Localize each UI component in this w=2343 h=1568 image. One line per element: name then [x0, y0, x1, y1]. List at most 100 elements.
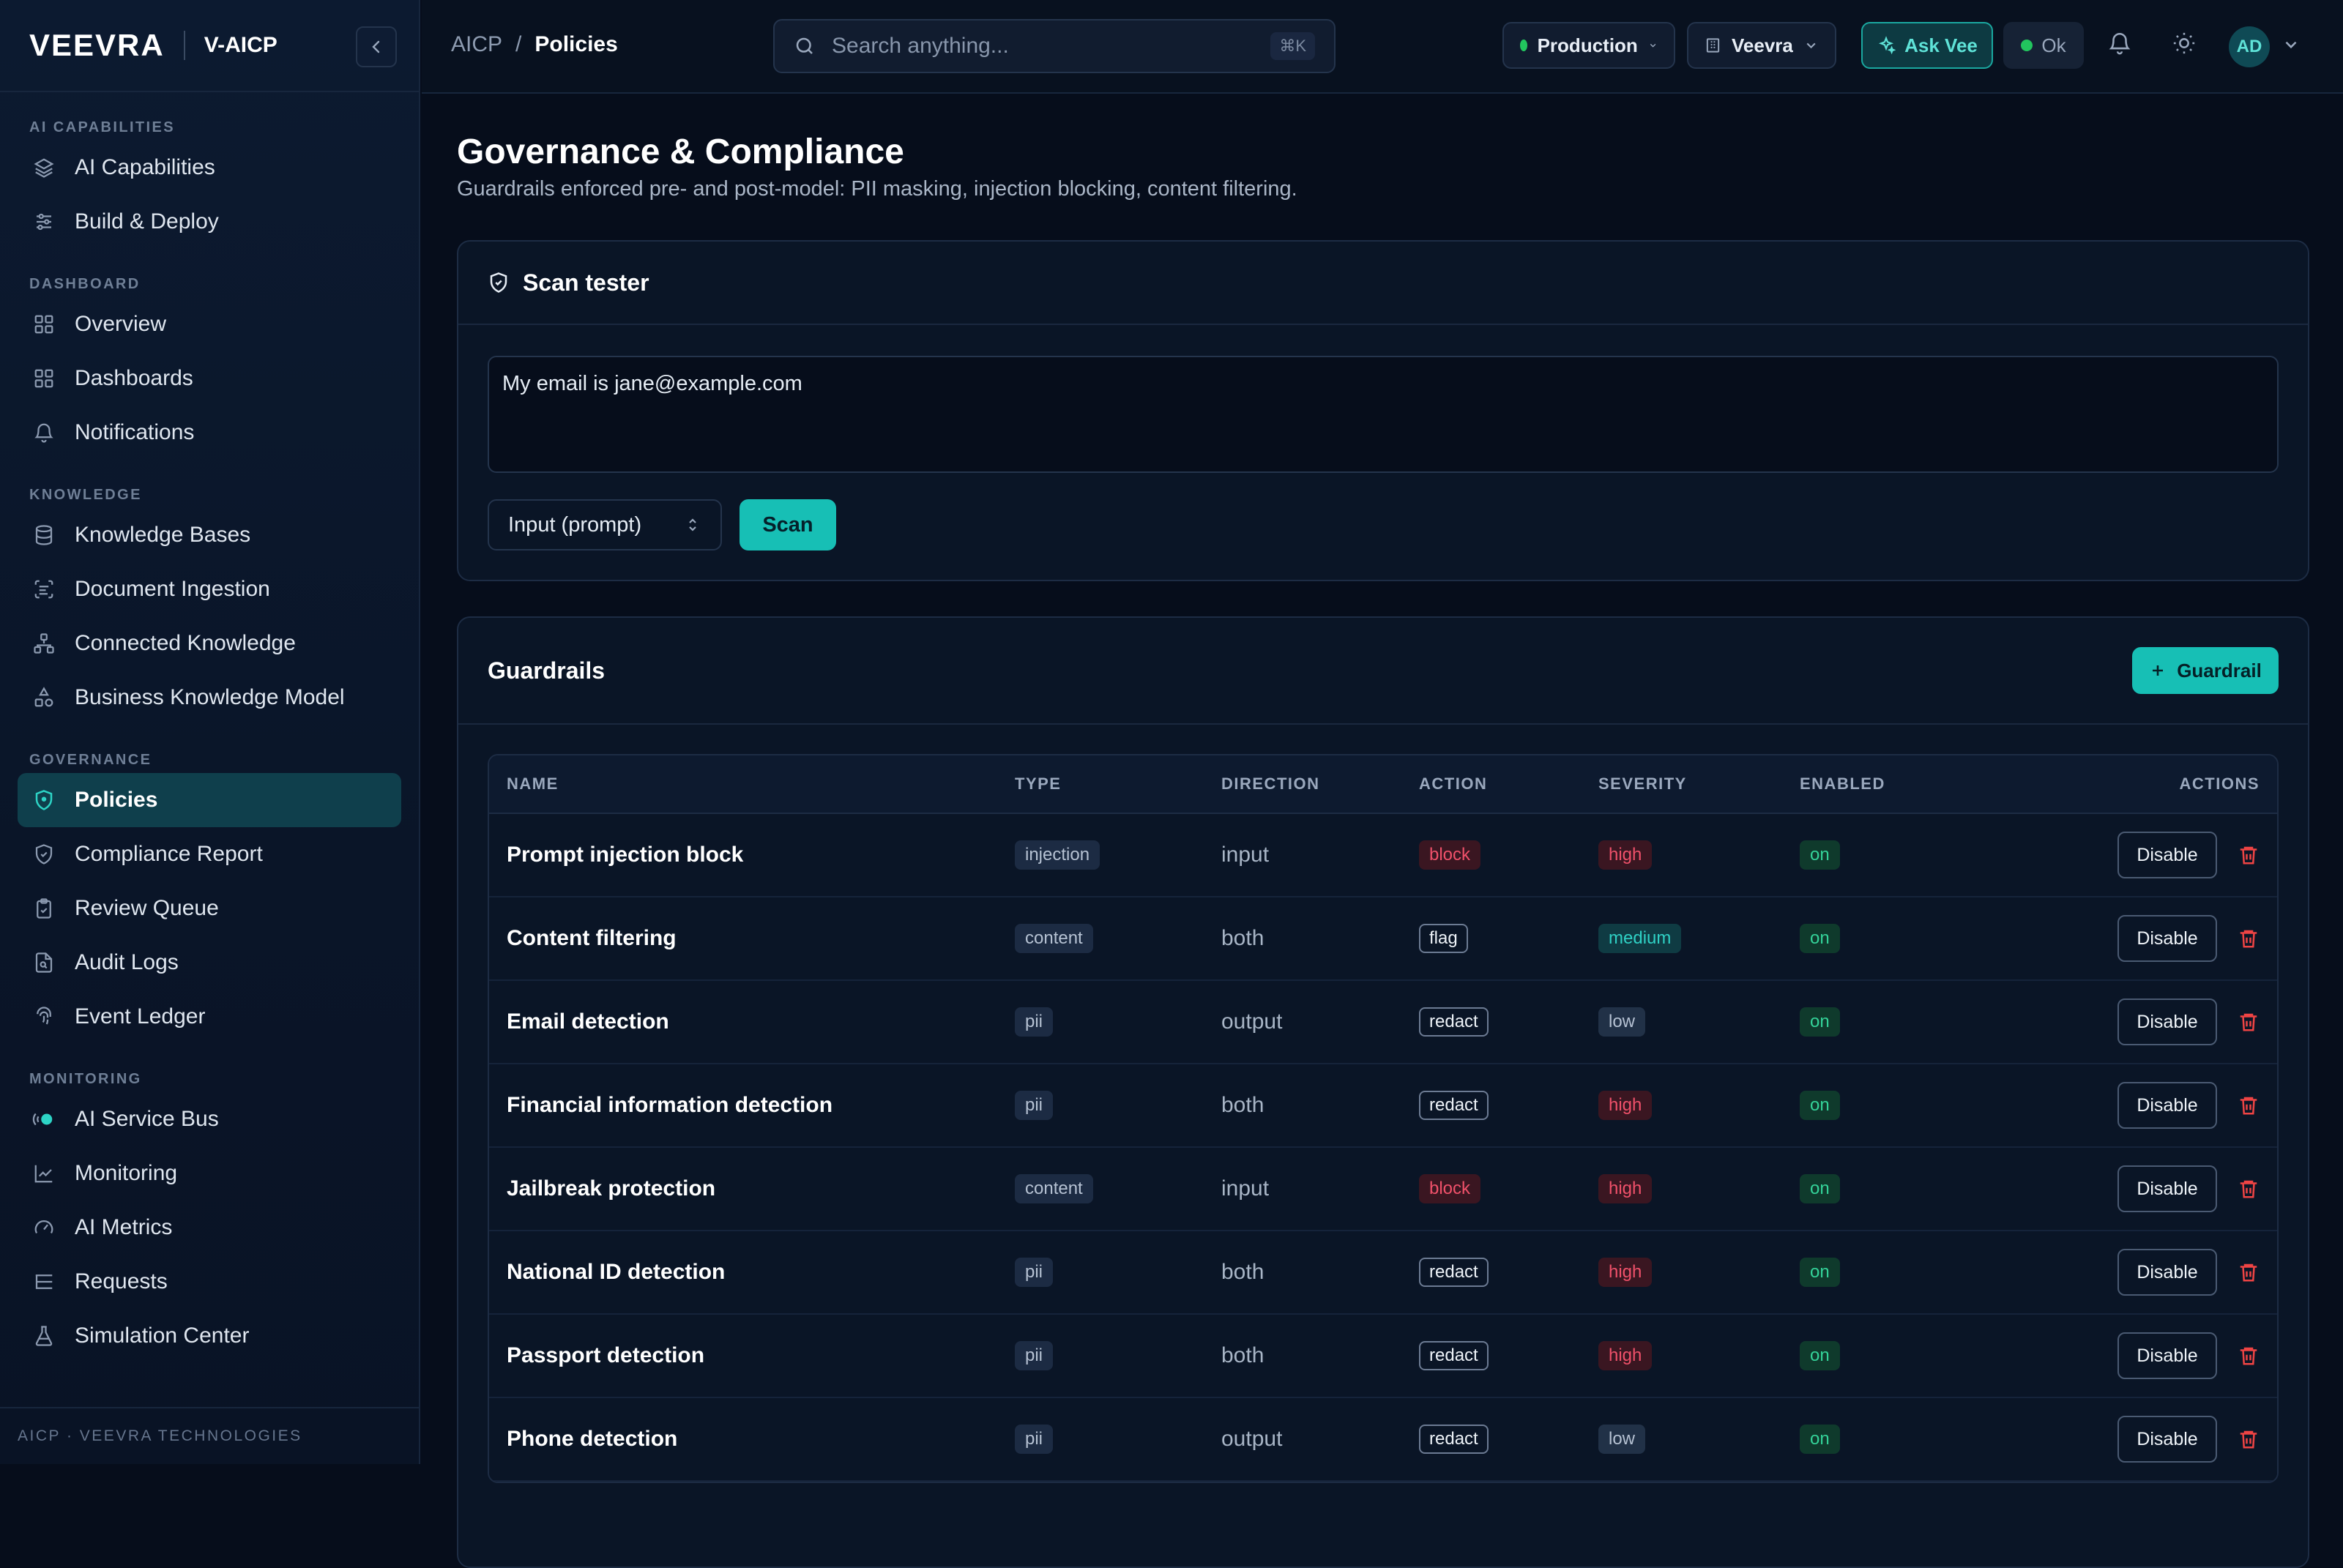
disable-button[interactable]: Disable [2117, 832, 2217, 878]
direction-cell: both [1221, 1260, 1264, 1284]
section-dashboard: DASHBOARD [29, 276, 141, 292]
bell-icon [31, 419, 57, 446]
scan-text-input[interactable]: My email is jane@example.com [488, 356, 2279, 473]
scan-direction-select[interactable]: Input (prompt) [488, 499, 722, 550]
sidebar-item-ai-service-bus[interactable]: AI Service Bus [18, 1092, 401, 1146]
avatar[interactable]: AD [2229, 26, 2270, 67]
sidebar-item-knowledge-bases[interactable]: Knowledge Bases [18, 508, 401, 562]
trash-icon[interactable] [2238, 1261, 2260, 1283]
type-badge: pii [1015, 1341, 1054, 1370]
clipboard-check-icon [31, 895, 57, 922]
sidebar-item-requests[interactable]: Requests [18, 1255, 401, 1309]
breadcrumb-root[interactable]: AICP [451, 32, 502, 57]
direction-cell: both [1221, 1093, 1264, 1117]
sidebar-item-label: Dashboards [75, 366, 193, 390]
ask-vee-button[interactable]: Ask Vee [1861, 22, 1993, 69]
grid-icon [31, 311, 57, 337]
disable-button[interactable]: Disable [2117, 1416, 2217, 1463]
column-header-name: NAME [507, 774, 559, 793]
table-row: Jailbreak protection content input block… [489, 1148, 2277, 1231]
disable-button[interactable]: Disable [2117, 915, 2217, 962]
action-badge: flag [1419, 924, 1468, 953]
disable-button[interactable]: Disable [2117, 1249, 2217, 1296]
fingerprint-icon [31, 1004, 57, 1030]
action-badge: redact [1419, 1007, 1489, 1037]
section-knowledge: KNOWLEDGE [29, 487, 142, 503]
type-badge: content [1015, 924, 1093, 953]
user-menu-button[interactable] [2281, 35, 2301, 54]
guardrail-name: National ID detection [507, 1260, 726, 1284]
direction-cell: output [1221, 1427, 1283, 1451]
search-input[interactable]: Search anything... ⌘K [773, 19, 1336, 73]
sidebar-item-label: Document Ingestion [75, 577, 270, 601]
sidebar-item-notifications[interactable]: Notifications [18, 406, 401, 460]
shapes-icon [31, 684, 57, 711]
add-guardrail-button[interactable]: Guardrail [2132, 647, 2279, 694]
sidebar-item-event-ledger[interactable]: Event Ledger [18, 990, 401, 1044]
trash-icon[interactable] [2238, 1094, 2260, 1116]
sidebar-item-ai-metrics[interactable]: AI Metrics [18, 1201, 401, 1255]
type-badge: pii [1015, 1425, 1054, 1454]
column-header-actions: ACTIONS [2179, 774, 2260, 793]
org-selector[interactable]: Veevra [1687, 22, 1836, 69]
trash-icon[interactable] [2238, 1345, 2260, 1367]
network-icon [31, 630, 57, 657]
sidebar-item-dashboards[interactable]: Dashboards [18, 351, 401, 406]
direction-cell: input [1221, 843, 1270, 867]
org-label: Veevra [1732, 34, 1793, 56]
collapse-sidebar-button[interactable] [356, 26, 397, 67]
scan-direction-value: Input (prompt) [508, 512, 642, 537]
line-chart-icon [31, 1160, 57, 1187]
column-header-severity: SEVERITY [1598, 774, 1687, 793]
trash-icon[interactable] [2238, 1178, 2260, 1200]
type-badge: injection [1015, 840, 1100, 870]
sidebar-item-policies[interactable]: Policies [18, 773, 401, 827]
sidebar-item-build-deploy[interactable]: Build & Deploy [18, 195, 401, 249]
sidebar-item-simulation-center[interactable]: Simulation Center [18, 1309, 401, 1363]
scan-tester-header: Scan tester [458, 242, 2308, 325]
main-content: Governance & Compliance Guardrails enfor… [422, 94, 2343, 1568]
sun-icon [2173, 32, 2195, 54]
enabled-badge: on [1800, 1174, 1840, 1203]
breadcrumb: AICP / Policies [451, 32, 618, 57]
system-status-badge[interactable]: Ok [2003, 22, 2084, 69]
building-icon [1706, 38, 1720, 53]
trash-icon[interactable] [2238, 844, 2260, 866]
logo-divider [183, 31, 185, 60]
scan-button[interactable]: Scan [740, 499, 836, 550]
trash-icon[interactable] [2238, 927, 2260, 949]
trash-icon[interactable] [2238, 1428, 2260, 1450]
guardrails-header: Guardrails [458, 618, 2308, 725]
disable-button[interactable]: Disable [2117, 1165, 2217, 1212]
guardrail-name: Financial information detection [507, 1093, 833, 1117]
sidebar-item-label: Event Ledger [75, 1004, 206, 1028]
severity-badge: low [1598, 1425, 1646, 1454]
environment-selector[interactable]: Production [1502, 22, 1675, 69]
breadcrumb-separator: / [515, 32, 522, 56]
sidebar-item-document-ingestion[interactable]: Document Ingestion [18, 562, 401, 616]
theme-toggle-button[interactable] [2172, 31, 2197, 56]
disable-button[interactable]: Disable [2117, 1082, 2217, 1129]
sidebar-item-overview[interactable]: Overview [18, 297, 401, 351]
direction-cell: both [1221, 1343, 1264, 1367]
sidebar-item-business-knowledge-model[interactable]: Business Knowledge Model [18, 671, 401, 725]
action-badge: redact [1419, 1091, 1489, 1120]
type-badge: pii [1015, 1007, 1054, 1037]
sidebar-item-ai-capabilities[interactable]: AI Capabilities [18, 141, 401, 195]
disable-button[interactable]: Disable [2117, 998, 2217, 1045]
notifications-button[interactable] [2107, 31, 2132, 56]
sidebar-item-label: Monitoring [75, 1161, 178, 1185]
sidebar-item-label: AI Capabilities [75, 155, 215, 179]
sidebar-item-review-queue[interactable]: Review Queue [18, 881, 401, 936]
guardrail-name: Prompt injection block [507, 843, 744, 867]
sidebar-item-connected-knowledge[interactable]: Connected Knowledge [18, 616, 401, 671]
trash-icon[interactable] [2238, 1011, 2260, 1033]
sidebar-item-monitoring[interactable]: Monitoring [18, 1146, 401, 1201]
chevron-down-icon [1806, 42, 1816, 49]
disable-button[interactable]: Disable [2117, 1332, 2217, 1379]
logo[interactable]: VEEVRA V-AICP [29, 28, 277, 63]
column-header-enabled: ENABLED [1800, 774, 1885, 793]
sidebar-item-audit-logs[interactable]: Audit Logs [18, 936, 401, 990]
enabled-badge: on [1800, 1091, 1840, 1120]
sidebar-item-compliance-report[interactable]: Compliance Report [18, 827, 401, 881]
